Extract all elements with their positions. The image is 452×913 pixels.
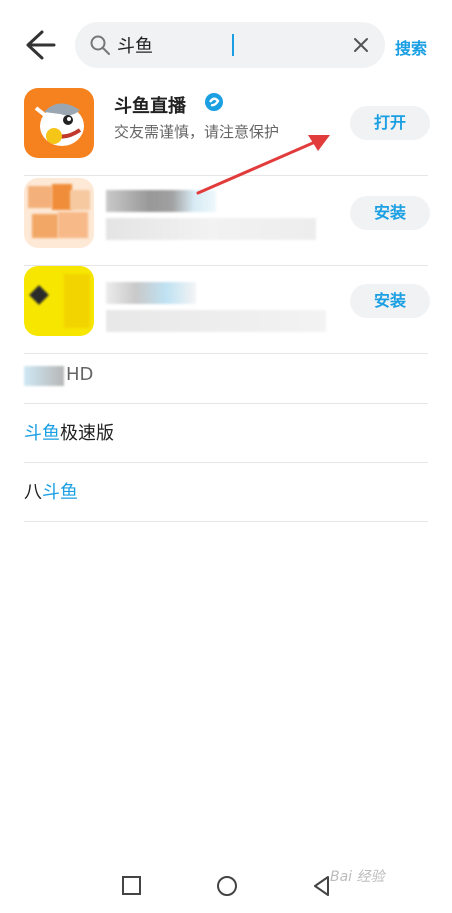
annotation-arrow: [196, 135, 330, 195]
install-button[interactable]: 安装: [350, 196, 430, 230]
suggestion-item-hd[interactable]: HD: [24, 346, 428, 404]
blurred-text: [24, 366, 64, 386]
text-cursor: [232, 34, 234, 56]
app-desc-blurred: [106, 310, 326, 332]
circle-nav-icon[interactable]: [215, 874, 239, 898]
back-arrow-icon[interactable]: [22, 28, 56, 62]
square-nav-icon[interactable]: [120, 874, 144, 898]
suggestion-rest: 极速版: [60, 423, 114, 444]
suggestion-item-1[interactable]: 斗鱼极速版: [24, 405, 428, 463]
app-icon-blurred: [24, 178, 94, 248]
douyu-app-icon: [24, 88, 94, 158]
top-bar: 搜索: [0, 0, 452, 84]
suggestion-item-2[interactable]: 八斗鱼: [24, 464, 428, 522]
verified-icon: [205, 93, 223, 111]
result-item-3[interactable]: 安装: [24, 266, 430, 354]
search-icon: [90, 35, 110, 55]
suggestion-prefix: 八: [24, 482, 42, 503]
search-box[interactable]: [75, 22, 385, 68]
app-icon-blurred: [24, 266, 94, 336]
app-name: 斗鱼直播: [114, 96, 186, 117]
app-name-blurred: [106, 282, 196, 304]
app-desc-blurred: [106, 218, 316, 240]
suggestion-highlight: 斗鱼: [24, 423, 60, 444]
search-input[interactable]: [117, 30, 337, 60]
watermark: Bai 经验: [330, 869, 385, 885]
search-button[interactable]: 搜索: [395, 35, 427, 59]
suggestion-label: HD: [66, 364, 94, 385]
clear-icon[interactable]: [351, 35, 371, 55]
open-button[interactable]: 打开: [350, 106, 430, 140]
suggestion-highlight: 斗鱼: [42, 482, 78, 503]
install-button[interactable]: 安装: [350, 284, 430, 318]
